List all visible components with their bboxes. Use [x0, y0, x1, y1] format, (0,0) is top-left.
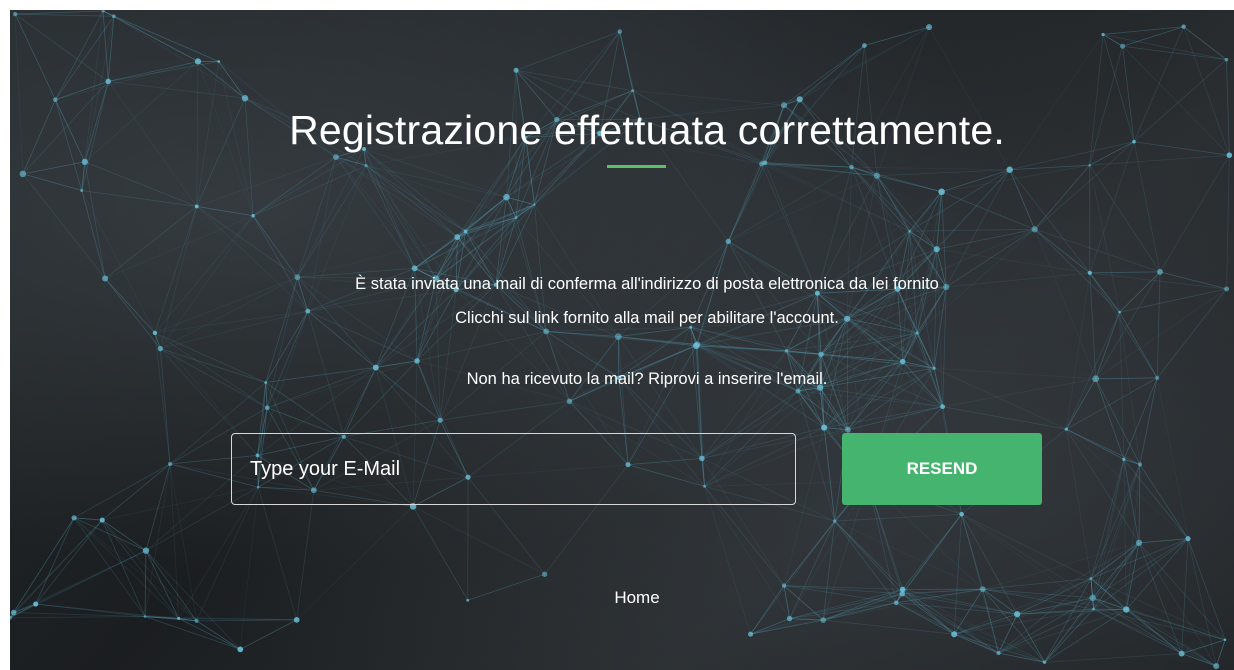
registration-confirmation: Registrazione effettuata correttamente. … [10, 10, 1234, 670]
resend-button[interactable]: RESEND [842, 433, 1042, 505]
email-input[interactable] [231, 433, 796, 505]
confirmation-message-line-1: È stata inviata una mail di conferma all… [355, 275, 939, 293]
retry-prompt: Non ha ricevuto la mail? Riprovi a inser… [466, 370, 828, 388]
background-panel: Registrazione effettuata correttamente. … [10, 10, 1234, 670]
title-underline [607, 165, 666, 168]
page-title: Registrazione effettuata correttamente. [289, 107, 1005, 154]
confirmation-message-line-2: Clicchi sul link fornito alla mail per a… [455, 309, 839, 327]
home-link[interactable]: Home [10, 588, 1234, 608]
